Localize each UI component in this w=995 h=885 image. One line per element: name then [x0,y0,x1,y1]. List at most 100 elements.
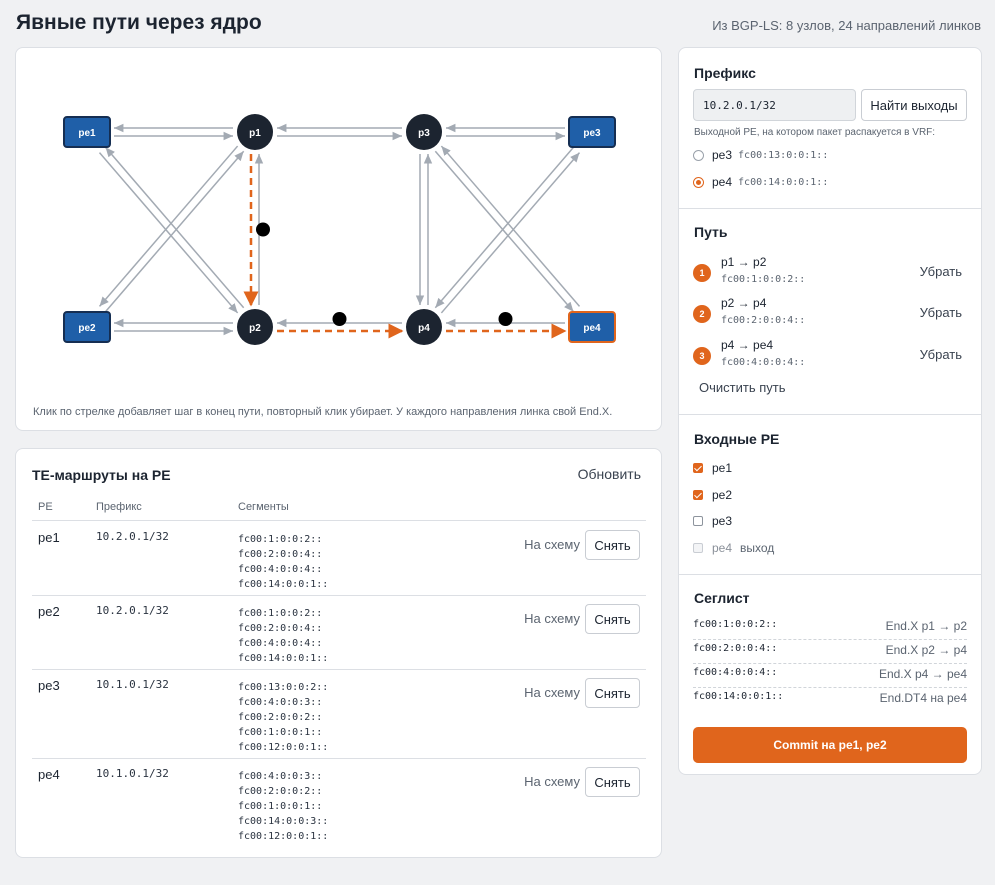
route-segment: fc00:1:0:0:1:: [238,801,323,812]
route-segment: fc00:14:0:0:3:: [238,816,329,827]
egress-option-pe3[interactable]: pe3 fc00:13:0:0:1:: [693,148,828,162]
page-title: Явные пути через ядро [16,11,262,34]
commit-button[interactable]: Commit на pe1, pe2 [693,727,967,763]
step-number-badge: 2 [693,305,711,323]
remove-route-button[interactable]: Снять [585,678,640,708]
route-segment: fc00:13:0:0:2:: [238,682,329,693]
link-arrow-p2-pe1[interactable] [104,146,245,309]
show-on-graph-button[interactable]: На схему [524,774,580,789]
table-row: pe3 10.1.0.1/32 fc00:13:0:0:2:: fc00:4:0:0:… [32,669,646,758]
step-sid: fc00:1:0:0:2:: [721,274,806,285]
ingress-option-label: pe1 [712,461,733,475]
ingress-option-label: pe2 [712,488,733,502]
seglist-description: End.DT4 на pe4 [879,691,967,705]
show-on-graph-button[interactable]: На схему [524,611,580,626]
path-step-dot [498,312,513,326]
remove-step-button[interactable]: Убрать [920,305,962,320]
link-arrow-pe2-p1[interactable] [104,150,245,313]
link-arrow-pe3-p4[interactable] [434,146,575,309]
node-label: p2 [249,323,261,334]
path-step-dot [256,222,270,237]
remove-route-button[interactable]: Снять [585,530,640,560]
prefix-input[interactable]: 10.2.0.1/32 [693,89,856,121]
node-pe2[interactable]: pe2 [63,311,111,343]
seglist-item: fc00:1:0:0:2:: End.X p1 → p2 [693,616,967,640]
egress-option-pe4[interactable]: pe4 fc00:14:0:0:1:: [693,175,828,189]
remove-step-button[interactable]: Убрать [920,347,962,362]
route-segment: fc00:4:0:0:3:: [238,697,323,708]
checkbox[interactable] [693,463,703,473]
section-divider [679,574,981,575]
find-exits-button[interactable]: Найти выходы [861,89,967,121]
route-prefix: 10.1.0.1/32 [96,767,169,780]
step-number-badge: 3 [693,347,711,365]
refresh-button[interactable]: Обновить [578,466,641,482]
topology-graph-card: pe1 p1 p3 pe3 pe2 p2 p4 pe4 Клик по стрелке доб… [15,47,662,431]
seglist-description: End.X p4 → pe4 [878,667,967,681]
route-segment: fc00:4:0:0:3:: [238,771,323,782]
seglist-sid: fc00:14:0:0:1:: [693,691,784,702]
node-pe1[interactable]: pe1 [63,116,111,148]
graph-hint: Клик по стрелке добавляет шаг в конец пу… [33,406,613,418]
route-segments: fc00:1:0:0:2:: fc00:2:0:0:4:: fc00:4:0:0:4… [238,606,328,666]
ingress-option-pe2[interactable]: pe2 [693,488,732,502]
route-segments: fc00:1:0:0:2:: fc00:2:0:0:4:: fc00:4:0:0:4… [238,532,328,592]
ingress-option-pe3[interactable]: pe3 [693,514,732,528]
route-segment: fc00:14:0:0:1:: [238,653,329,664]
seglist-item: fc00:2:0:0:4:: End.X p2 → p4 [693,640,967,664]
route-segment: fc00:2:0:0:2:: [238,786,323,797]
column-header-prefix: Префикс [96,501,142,513]
show-on-graph-button[interactable]: На схему [524,685,580,700]
te-routes-title: TE-маршруты на PE [32,467,171,483]
radio-button[interactable] [693,149,704,161]
route-segment: fc00:12:0:0:1:: [238,742,329,753]
egress-option-address: fc00:13:0:0:1:: [738,149,829,161]
section-divider [679,414,981,415]
table-divider [32,758,646,759]
node-p4[interactable]: p4 [406,309,442,345]
path-builder-panel: Префикс 10.2.0.1/32 Найти выходы Выходно… [678,47,982,775]
seglist-item: fc00:14:0:0:1:: End.DT4 на pe4 [693,688,967,712]
route-pe: pe3 [38,678,60,693]
checkbox[interactable] [693,490,703,500]
node-label: p4 [418,323,430,334]
radio-button[interactable] [693,176,704,188]
remove-step-button[interactable]: Убрать [920,264,962,279]
route-segment: fc00:2:0:0:2:: [238,712,323,723]
clear-path-button[interactable]: Очистить путь [699,380,785,395]
link-arrow-pe4-p3[interactable] [440,145,581,307]
route-segment: fc00:1:0:0:2:: [238,534,323,545]
node-pe3[interactable]: pe3 [568,116,616,148]
node-p3[interactable]: p3 [406,114,442,150]
node-label: pe2 [78,323,96,334]
route-segment: fc00:12:0:0:1:: [238,831,329,842]
step-sid: fc00:2:0:0:4:: [721,315,806,326]
route-segment: fc00:1:0:0:2:: [238,608,323,619]
step-label: p1 → p2 [721,255,767,269]
ingress-option-pe1[interactable]: pe1 [693,461,732,475]
link-arrow-p3-pe4[interactable] [434,150,575,313]
remove-route-button[interactable]: Снять [585,767,640,797]
node-p2[interactable]: p2 [237,309,273,345]
seglist-sid: fc00:2:0:0:4:: [693,643,778,654]
link-arrow-p1-pe2[interactable] [98,145,239,307]
node-pe4[interactable]: pe4 [568,311,616,343]
path-step: 2 p2 → p4 fc00:2:0:0:4:: Убрать [693,296,969,332]
checkbox [693,543,703,553]
path-step: 3 p4 → pe4 fc00:4:0:0:4:: Убрать [693,338,969,374]
path-section-title: Путь [694,224,728,240]
step-sid: fc00:4:0:0:4:: [721,357,806,368]
link-arrow-p4-pe3[interactable] [440,152,581,314]
checkbox[interactable] [693,516,703,526]
link-arrow-pe1-p2[interactable] [98,152,239,314]
node-p1[interactable]: p1 [237,114,273,150]
seglist-description: End.X p2 → p4 [885,643,967,657]
ingress-option-label: pe3 [712,514,733,528]
route-segment: fc00:2:0:0:4:: [238,549,323,560]
show-on-graph-button[interactable]: На схему [524,537,580,552]
egress-option-label: pe3 [712,148,733,162]
route-pe: pe4 [38,767,60,782]
path-step-dot [332,312,347,326]
node-label: p1 [249,128,261,139]
remove-route-button[interactable]: Снять [585,604,640,634]
